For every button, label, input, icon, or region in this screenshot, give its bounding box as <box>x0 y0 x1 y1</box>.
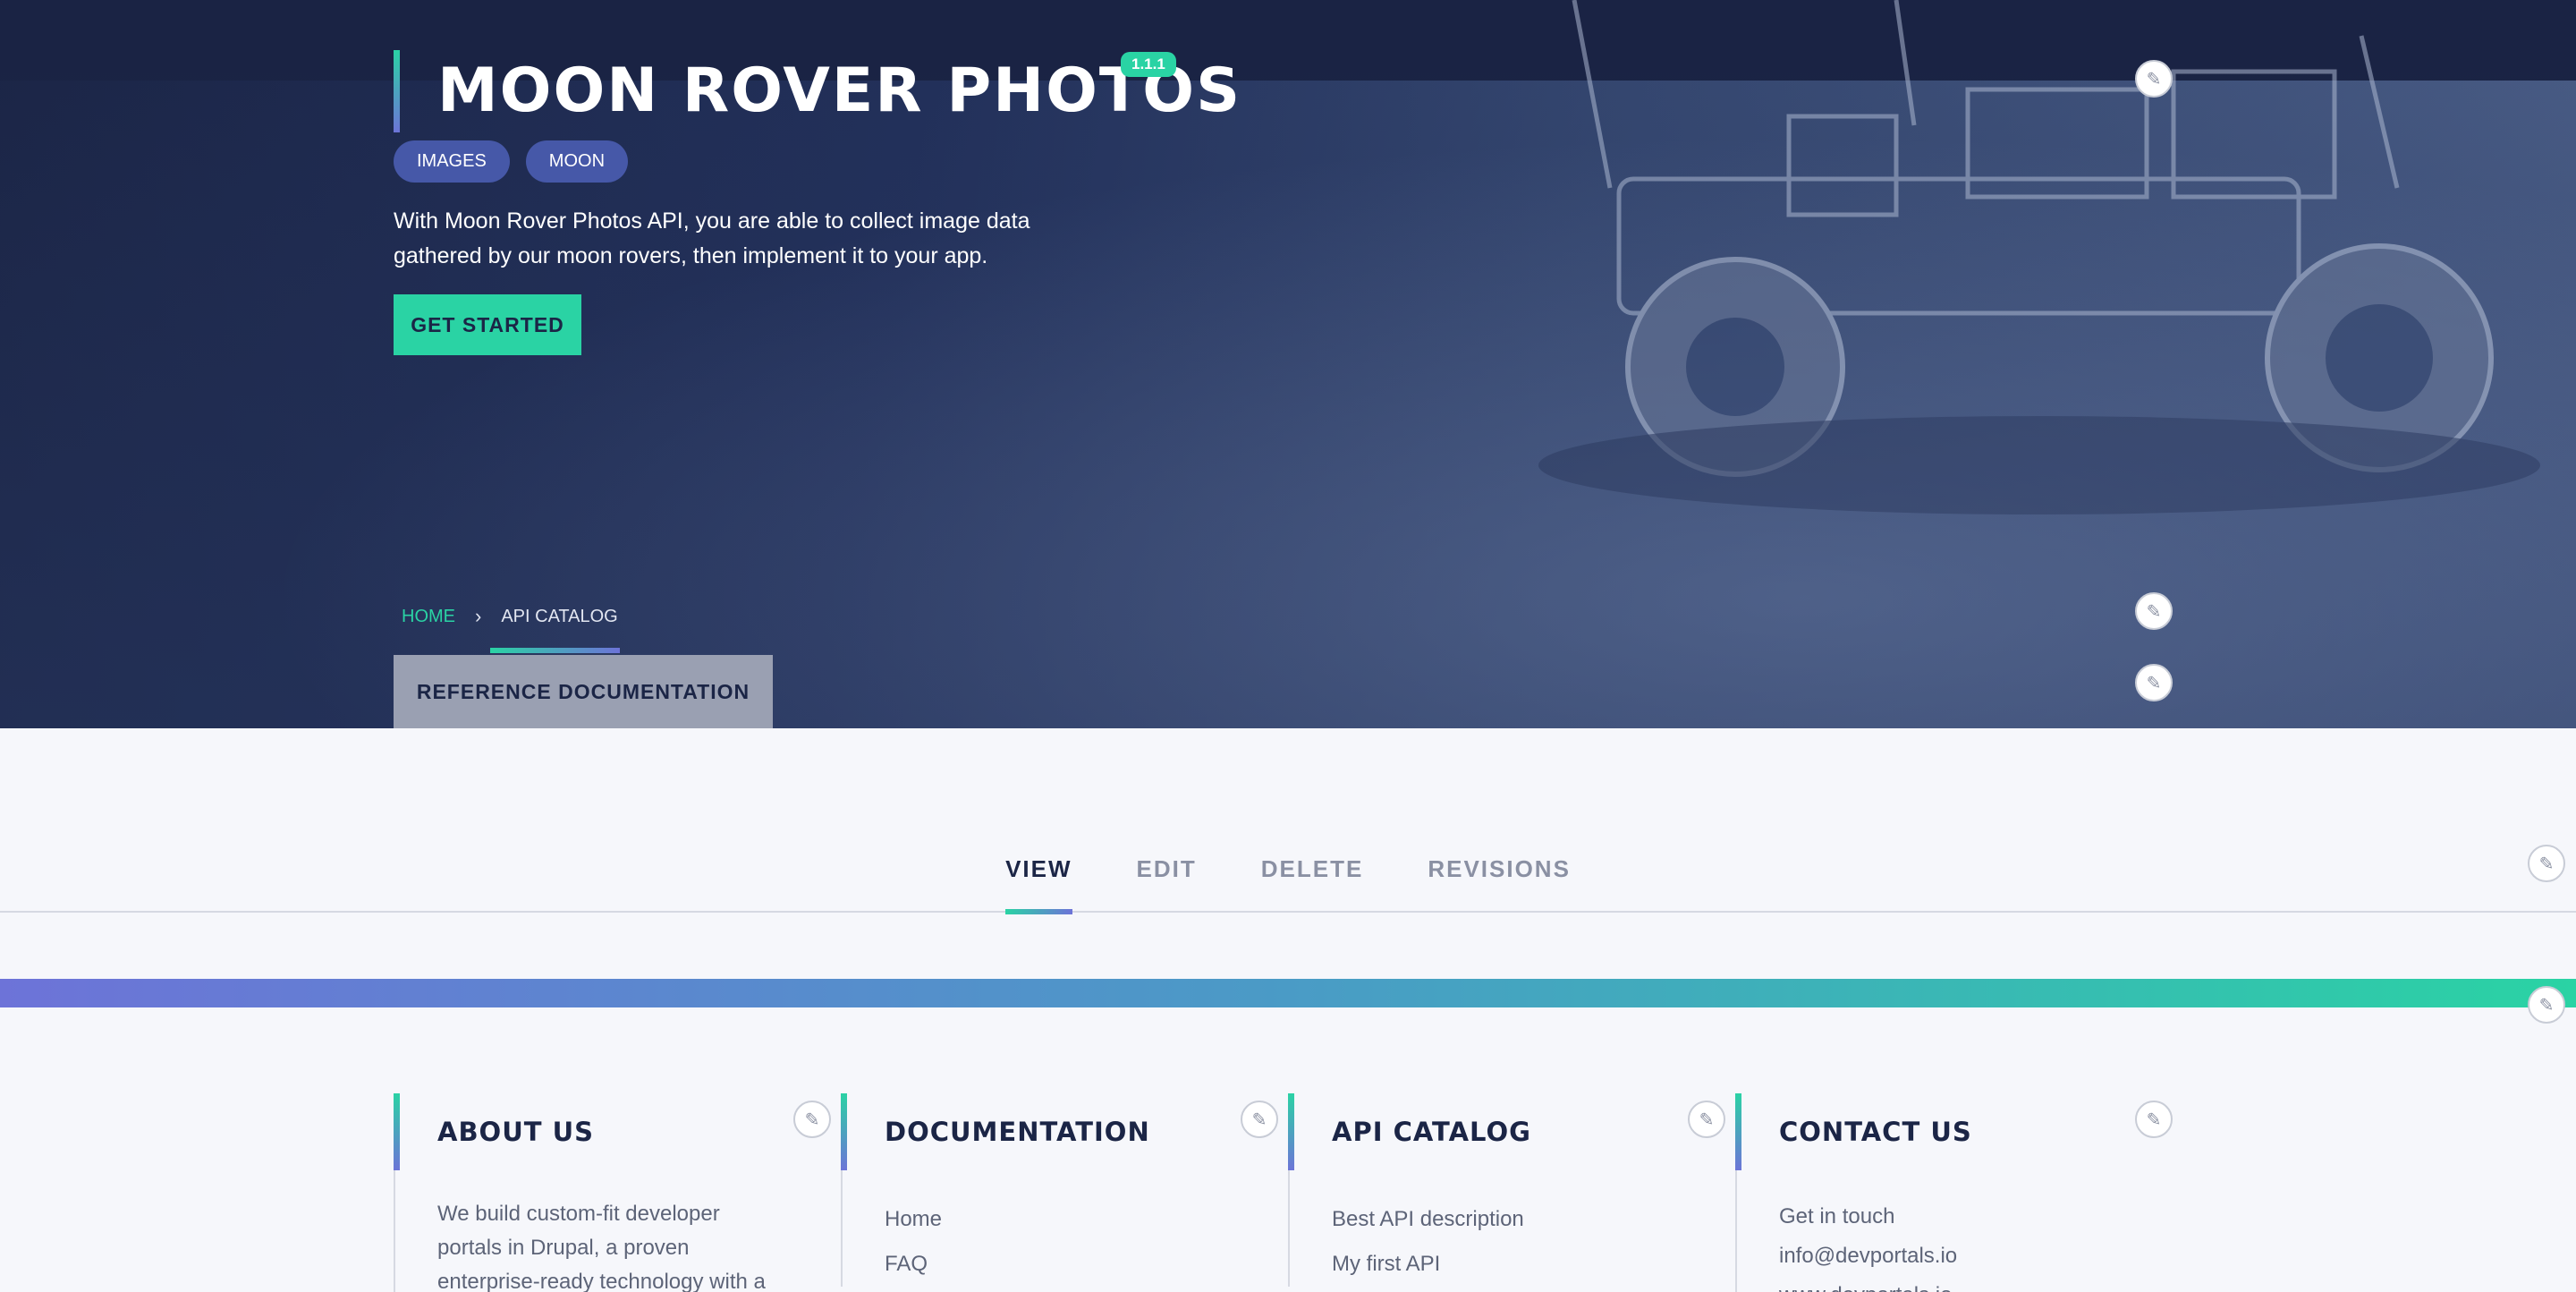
api-description: With Moon Rover Photos API, you are able… <box>394 208 1030 268</box>
version-badge: 1.1.1 <box>1121 52 1176 77</box>
contact-line: Get in touch <box>1779 1204 1895 1228</box>
footer-heading: CONTACT US <box>1735 1093 2129 1170</box>
pencil-icon[interactable]: ✎ <box>2135 1101 2173 1138</box>
footer-link-home[interactable]: Home <box>885 1197 1234 1242</box>
tag-moon[interactable]: MOON <box>525 140 629 183</box>
breadcrumb: HOME › API CATALOG <box>402 605 618 628</box>
footer-link-my-first-api[interactable]: My first API <box>1332 1242 1682 1287</box>
reference-documentation-tab[interactable]: REFERENCE DOCUMENTATION <box>394 655 773 728</box>
breadcrumb-active-indicator <box>490 648 620 653</box>
footer-heading: API CATALOG <box>1288 1093 1682 1170</box>
footer-api-catalog: API CATALOG Best API description My firs… <box>1288 1093 1725 1292</box>
moon-rover-image <box>1538 0 2540 514</box>
footer-column-body: Get in touch info@devportals.io www.devp… <box>1735 1170 2129 1292</box>
pencil-icon[interactable]: ✎ <box>2135 592 2173 630</box>
breadcrumb-api-catalog-link[interactable]: API CATALOG <box>501 607 617 627</box>
tag-images[interactable]: IMAGES <box>394 140 510 183</box>
tab-revisions[interactable]: REVISIONS <box>1428 841 1571 913</box>
footer-about-us: ABOUT US We build custom-fit developer p… <box>394 1093 831 1292</box>
footer-contact-us: CONTACT US Get in touch info@devportals.… <box>1735 1093 2173 1292</box>
tag-list: IMAGES MOON <box>394 140 629 183</box>
about-text: We build custom-fit developer portals in… <box>437 1202 766 1292</box>
footer-gradient-divider <box>0 979 2576 1007</box>
tab-delete[interactable]: DELETE <box>1261 841 1364 913</box>
pencil-icon[interactable]: ✎ <box>1241 1101 1278 1138</box>
breadcrumb-home-link[interactable]: HOME <box>402 607 455 627</box>
footer-column-body: We build custom-fit developer portals in… <box>394 1170 787 1292</box>
footer-link-faq[interactable]: FAQ <box>885 1242 1234 1287</box>
contact-email-link[interactable]: info@devportals.io <box>1779 1237 2129 1276</box>
footer-link-best-api[interactable]: Best API description <box>1332 1197 1682 1242</box>
pencil-icon[interactable]: ✎ <box>1688 1101 1725 1138</box>
footer-heading: ABOUT US <box>394 1093 787 1170</box>
tab-edit[interactable]: EDIT <box>1137 841 1197 913</box>
contact-website-link[interactable]: www.devportals.io <box>1779 1276 2129 1292</box>
title-block: MOON ROVER PHOTOS <box>394 50 1242 132</box>
hero-banner: MOON ROVER PHOTOS 1.1.1 IMAGES MOON With… <box>0 0 2576 728</box>
tab-view[interactable]: VIEW <box>1005 841 1072 914</box>
local-tasks-tabs: VIEW EDIT DELETE REVISIONS <box>0 841 2576 914</box>
footer-heading: DOCUMENTATION <box>841 1093 1234 1170</box>
footer-documentation: DOCUMENTATION Home FAQ ✎ <box>841 1093 1278 1292</box>
pencil-icon[interactable]: ✎ <box>793 1101 831 1138</box>
footer-column-body: Home FAQ <box>841 1170 1234 1287</box>
pencil-icon[interactable]: ✎ <box>2528 986 2565 1024</box>
get-started-button[interactable]: GET STARTED <box>394 294 581 355</box>
pencil-icon[interactable]: ✎ <box>2135 664 2173 701</box>
pencil-icon[interactable]: ✎ <box>2528 845 2565 882</box>
footer-column-body: Best API description My first API <box>1288 1170 1682 1287</box>
pencil-icon[interactable]: ✎ <box>2135 60 2173 98</box>
chevron-right-icon: › <box>475 605 482 627</box>
